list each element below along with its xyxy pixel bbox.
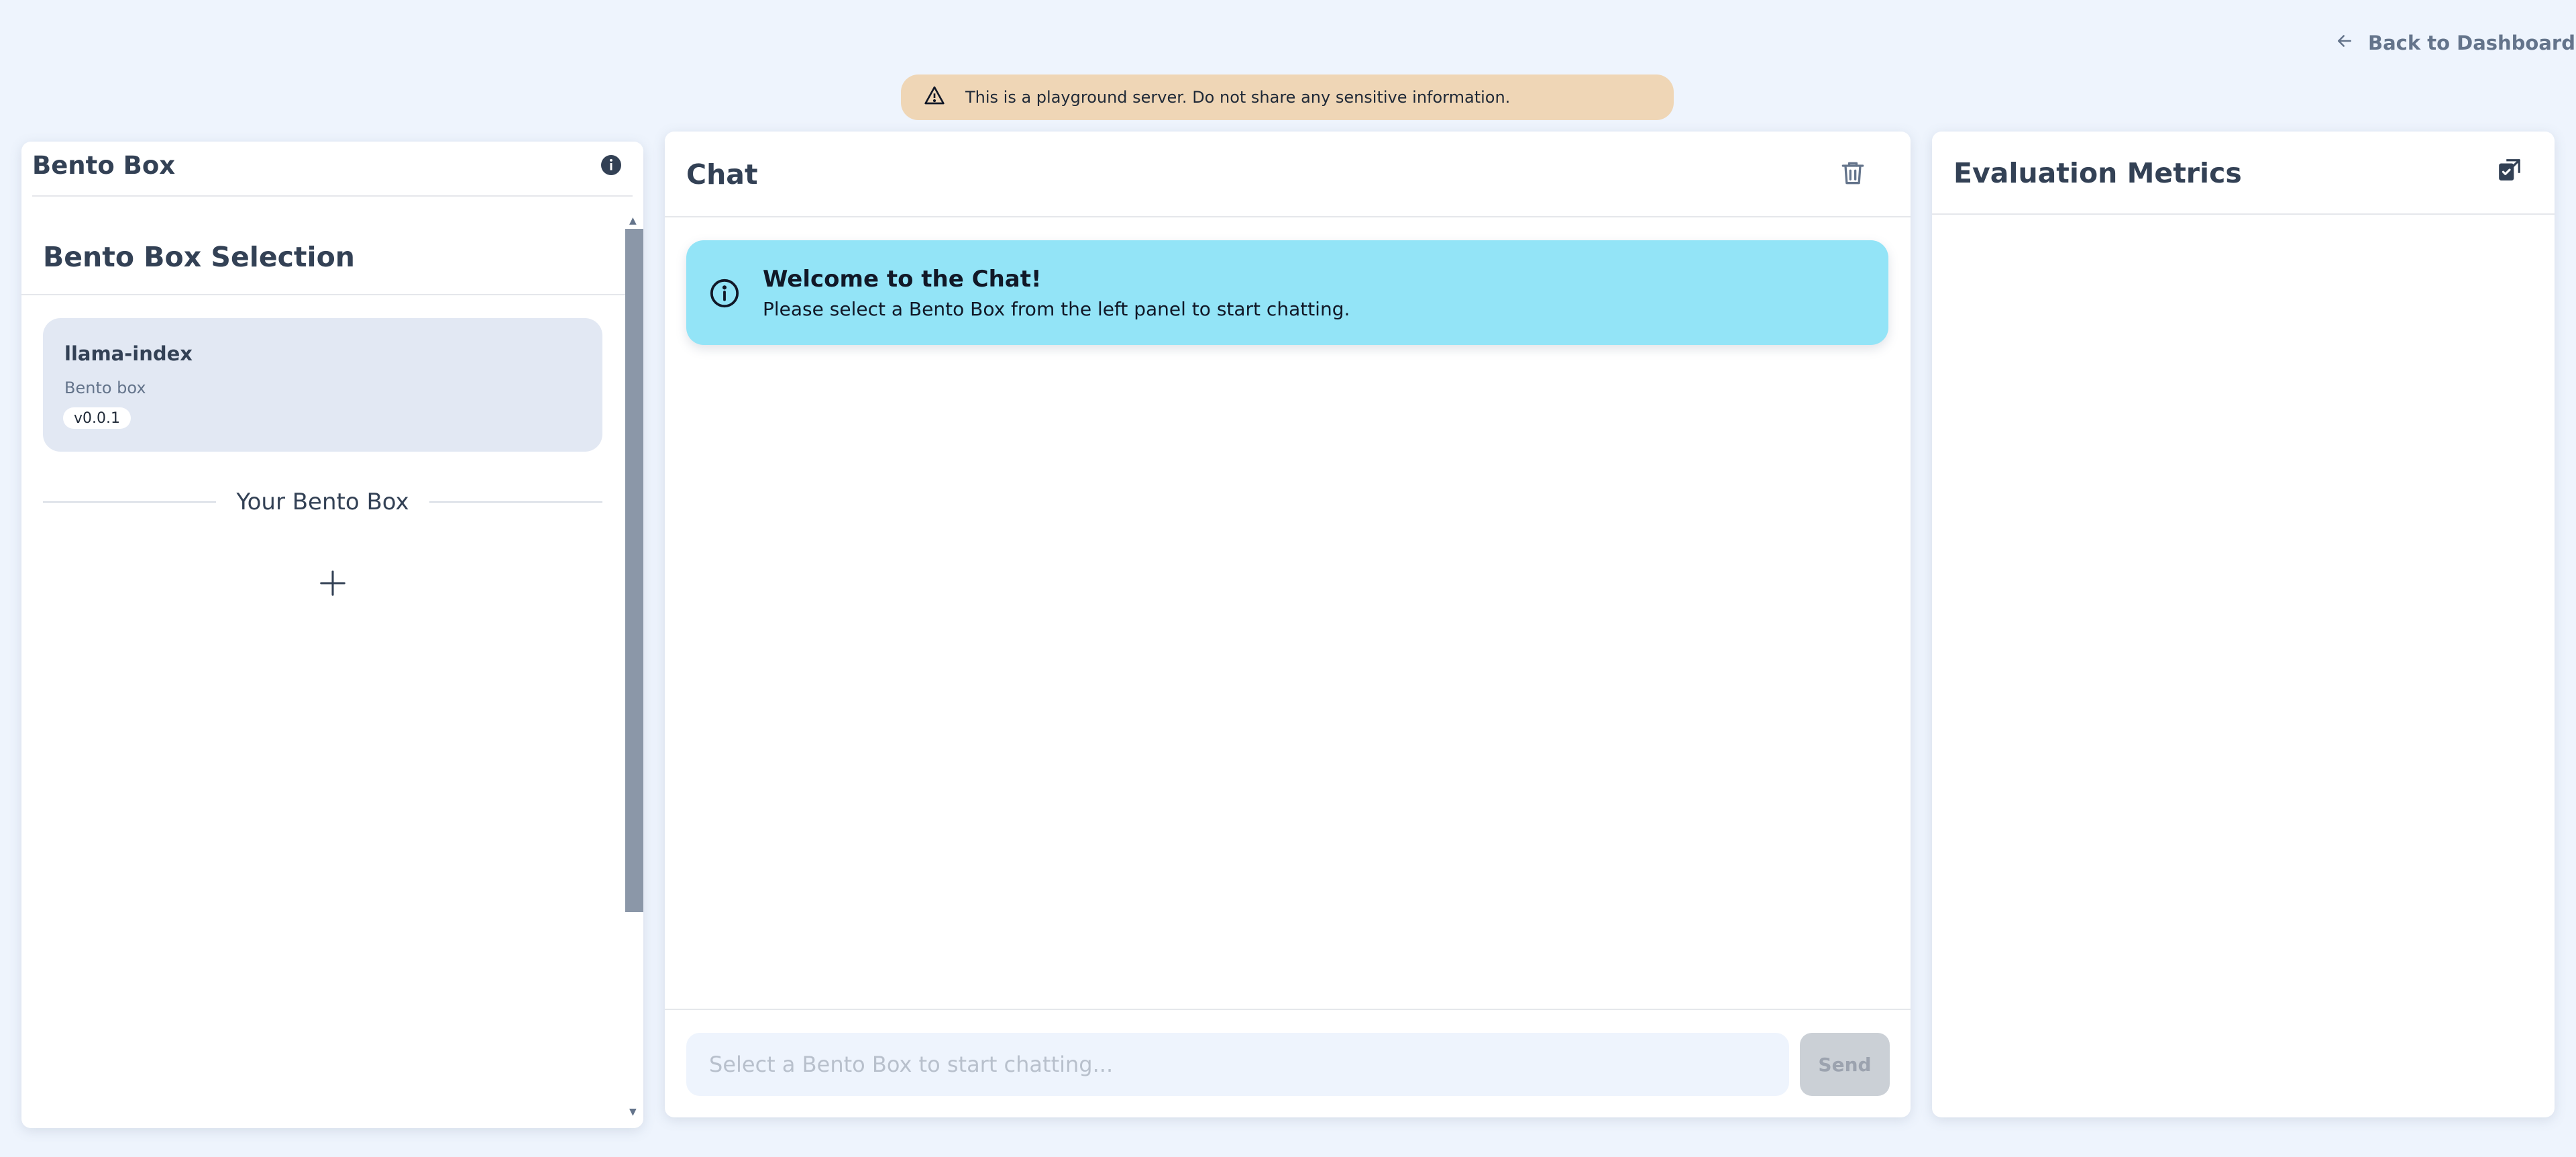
- export-metrics-icon[interactable]: [2497, 157, 2522, 183]
- welcome-alert: Welcome to the Chat! Please select a Ben…: [686, 240, 1888, 345]
- evaluation-metrics-title: Evaluation Metrics: [1953, 157, 2242, 189]
- scrollbar[interactable]: ▲ ▼: [625, 209, 643, 1128]
- bento-box-card-description: Bento box: [64, 379, 146, 397]
- evaluation-metrics-panel: Evaluation Metrics: [1932, 132, 2555, 1117]
- your-bento-box-divider: Your Bento Box: [43, 485, 603, 519]
- evaluation-metrics-header: Evaluation Metrics: [1932, 132, 2555, 215]
- alert-message: Please select a Bento Box from the left …: [763, 298, 1350, 320]
- chat-header: Chat: [665, 132, 1911, 217]
- plus-icon: [317, 568, 348, 601]
- chat-panel: Chat Welcome to the Chat! Please select …: [665, 132, 1911, 1117]
- chat-title: Chat: [686, 158, 758, 191]
- bento-box-list-area: Bento Box Selection llama-index Bento bo…: [21, 197, 625, 1128]
- chat-input-bar: Send: [665, 1009, 1911, 1117]
- clear-chat-trash-icon[interactable]: [1838, 158, 1868, 188]
- divider: [21, 294, 625, 295]
- add-bento-box-button[interactable]: [313, 564, 353, 605]
- your-bento-box-label: Your Bento Box: [236, 489, 409, 515]
- warning-banner: This is a playground server. Do not shar…: [901, 74, 1674, 120]
- warning-triangle-icon: [924, 85, 945, 110]
- scroll-up-arrow-icon[interactable]: ▲: [629, 215, 637, 226]
- divider-line-left: [43, 501, 217, 503]
- bento-box-panel-header: Bento Box: [32, 142, 633, 197]
- info-icon[interactable]: [599, 153, 623, 177]
- send-button[interactable]: Send: [1800, 1033, 1890, 1096]
- warning-text: This is a playground server. Do not shar…: [965, 88, 1511, 107]
- arrow-left-icon: [2334, 31, 2355, 56]
- version-badge: v0.0.1: [63, 407, 131, 429]
- scrollbar-thumb[interactable]: [625, 229, 643, 912]
- back-to-dashboard-link[interactable]: Back to Dashboard: [2334, 30, 2575, 56]
- alert-title: Welcome to the Chat!: [763, 266, 1042, 293]
- bento-box-card-llama-index[interactable]: llama-index Bento box v0.0.1: [43, 318, 602, 452]
- divider-line-right: [429, 501, 603, 503]
- bento-box-card-name: llama-index: [64, 342, 193, 365]
- scroll-down-arrow-icon[interactable]: ▼: [629, 1107, 637, 1117]
- bento-box-panel-title: Bento Box: [32, 150, 176, 180]
- chat-message-input[interactable]: [686, 1033, 1789, 1096]
- back-to-dashboard-label: Back to Dashboard: [2368, 32, 2575, 54]
- bento-box-selection-heading: Bento Box Selection: [43, 241, 355, 273]
- bento-box-panel: Bento Box Bento Box Selection llama-inde…: [21, 142, 643, 1128]
- info-circle-icon: [709, 278, 740, 309]
